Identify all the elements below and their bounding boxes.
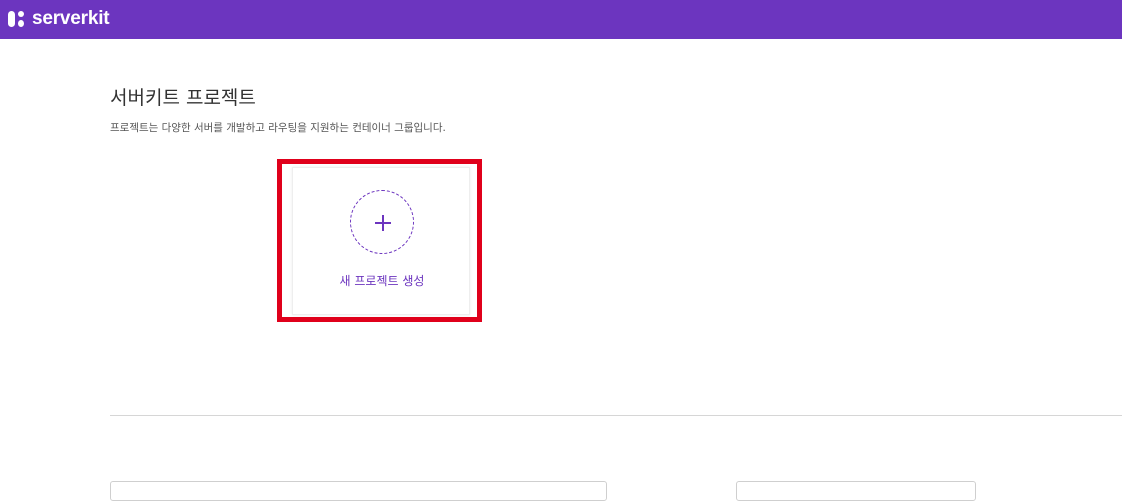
new-project-card[interactable]: 새 프로젝트 생성 [292, 167, 470, 315]
plus-icon [375, 215, 391, 231]
brand-logo[interactable]: serverkit [8, 8, 110, 30]
serverkit-logo-icon [8, 9, 28, 29]
plus-icon-circle[interactable] [350, 190, 414, 254]
brand-name: serverkit [32, 8, 110, 29]
lower-panel-left [110, 481, 607, 501]
page-title: 서버키트 프로젝트 [110, 87, 256, 109]
top-navigation-bar: serverkit [0, 0, 1122, 39]
page-description: 프로젝트는 다양한 서버를 개발하고 라우팅을 지원하는 컨테이너 그룹입니다. [110, 122, 446, 134]
new-project-label[interactable]: 새 프로젝트 생성 [293, 272, 471, 289]
section-divider [110, 415, 1122, 416]
lower-panel-right [736, 481, 976, 501]
